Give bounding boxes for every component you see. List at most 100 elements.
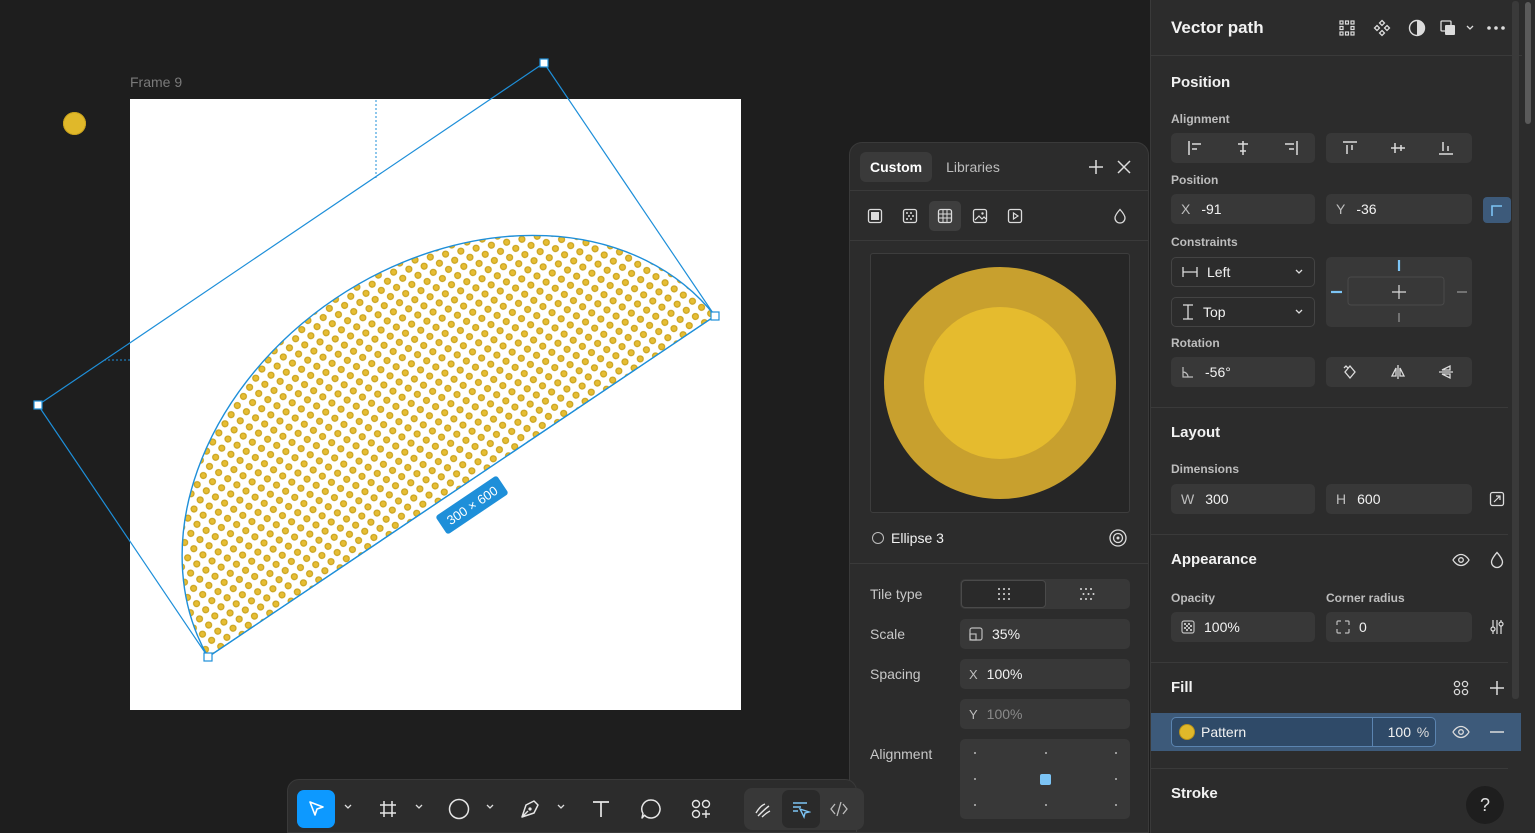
spacing-y-input[interactable]: Y 100% [960,699,1130,729]
flip-vertical-button[interactable] [1422,357,1470,387]
window-scrollbar[interactable] [1522,0,1535,833]
vector-path-shape[interactable] [181,234,717,659]
corner-radius-input[interactable]: 0 [1326,612,1472,642]
resize-handle[interactable] [203,652,213,662]
fill-opacity-value[interactable]: 100 [1373,724,1411,740]
rotation-value: -56° [1205,364,1231,380]
x-position-input[interactable]: X -91 [1171,194,1315,224]
align-middle-icon [1391,143,1405,153]
visibility-toggle[interactable] [1449,548,1473,572]
comment-tool-button[interactable] [632,790,670,828]
draw-mode-button[interactable] [744,790,782,828]
fill-visibility-toggle[interactable] [1449,720,1473,744]
resize-handle[interactable] [710,311,720,321]
pattern-alignment-grid[interactable] [960,739,1130,819]
more-options-button[interactable] [1478,14,1513,42]
eye-icon [1452,553,1470,567]
droplet-icon [1114,208,1126,224]
pattern-source-row[interactable]: Ellipse 3 [872,527,1130,549]
chevron-down-icon [1295,309,1303,314]
dimensions-label: Dimensions [1171,462,1240,476]
independent-corners-button[interactable] [1485,615,1509,639]
horizontal-constraint-dropdown[interactable]: Left [1171,257,1315,287]
chevron-down-icon[interactable] [485,802,495,812]
mask-button[interactable] [1399,14,1434,42]
chevron-down-icon[interactable] [343,802,353,812]
height-input[interactable]: H 600 [1326,484,1472,514]
fill-styles-button[interactable] [1449,676,1473,700]
alignment-center-selected[interactable] [1040,774,1051,785]
tab-libraries[interactable]: Libraries [936,152,1010,182]
scale-input[interactable]: 35% [960,619,1130,649]
text-tool-button[interactable] [582,790,620,828]
grid-toggle-button[interactable] [1329,14,1364,42]
pattern-source-preview[interactable] [870,253,1130,513]
y-position-input[interactable]: Y -36 [1326,194,1472,224]
resize-options-button[interactable] [1485,487,1509,511]
gradient-fill-button[interactable] [894,201,926,231]
h-prefix: H [1336,491,1347,507]
tile-type-label: Tile type [870,586,923,602]
x-prefix: X [1181,201,1191,217]
align-right-button[interactable] [1267,133,1315,163]
constraint-widget[interactable] [1326,257,1472,327]
solid-fill-button[interactable] [859,201,891,231]
corner-icon [1491,205,1502,216]
align-middle-button[interactable] [1374,133,1422,163]
flip-horizontal-button[interactable] [1374,357,1422,387]
fill-layer-field[interactable]: Pattern 100 % [1171,717,1436,747]
remove-fill-button[interactable] [1485,720,1509,744]
close-picker-button[interactable] [1110,153,1138,181]
help-button[interactable]: ? [1466,786,1504,824]
vertical-constraint-dropdown[interactable]: Top [1171,297,1315,327]
resize-handle[interactable] [33,400,43,410]
blend-mode-button[interactable] [1104,201,1136,231]
align-bottom-button[interactable] [1422,133,1470,163]
ignore-autolayout-button[interactable] [1483,197,1511,223]
mode-switcher [744,788,864,830]
bottom-toolbar [287,779,864,833]
boolean-dropdown[interactable] [1462,14,1478,42]
align-top-button[interactable] [1326,133,1374,163]
align-left-button[interactable] [1171,133,1219,163]
design-mode-button[interactable] [782,790,820,828]
cursor-icon [309,801,324,816]
pattern-fill-button[interactable] [929,200,961,231]
shape-tool-button[interactable] [440,790,478,828]
rotate-90-button[interactable] [1326,357,1374,387]
opacity-input[interactable]: 100% [1171,612,1315,642]
chevron-down-icon[interactable] [556,802,566,812]
dev-mode-button[interactable] [820,790,858,828]
blend-mode-button[interactable] [1485,548,1509,572]
pen-tool-button[interactable] [511,790,549,828]
spacing-x-input[interactable]: X 100% [960,659,1130,689]
tab-custom[interactable]: Custom [860,151,933,182]
fill-layer-row[interactable]: Pattern 100 % [1151,713,1521,751]
fill-swatch[interactable] [1179,724,1195,740]
image-fill-button[interactable] [964,201,996,231]
tile-offset-option[interactable] [1046,580,1129,608]
opacity-value: 100% [1204,619,1240,635]
dotted-grid-icon [1338,19,1355,36]
align-bottom-icon [1439,142,1453,155]
scrollbar-thumb[interactable] [1525,2,1531,124]
offset-dots-icon [1079,588,1094,600]
tile-grid-option[interactable] [961,580,1046,608]
frame-tool-button[interactable] [369,790,407,828]
x-value: -91 [1201,201,1222,217]
chevron-down-icon[interactable] [414,802,424,812]
boolean-button[interactable] [1434,14,1462,42]
component-button[interactable] [1364,14,1399,42]
add-style-button[interactable] [1082,153,1110,181]
align-center-h-button[interactable] [1219,133,1267,163]
video-fill-button[interactable] [999,201,1031,231]
move-tool-button[interactable] [297,790,335,828]
select-source-button[interactable] [1106,526,1130,550]
properties-panel: Vector path Position Alignment Position [1150,0,1535,833]
add-fill-button[interactable] [1485,676,1509,700]
width-input[interactable]: W 300 [1171,484,1315,514]
actions-tool-button[interactable] [682,790,720,828]
resize-handle[interactable] [539,58,549,68]
ellipse-icon [872,532,884,544]
rotation-input[interactable]: -56° [1171,357,1315,387]
